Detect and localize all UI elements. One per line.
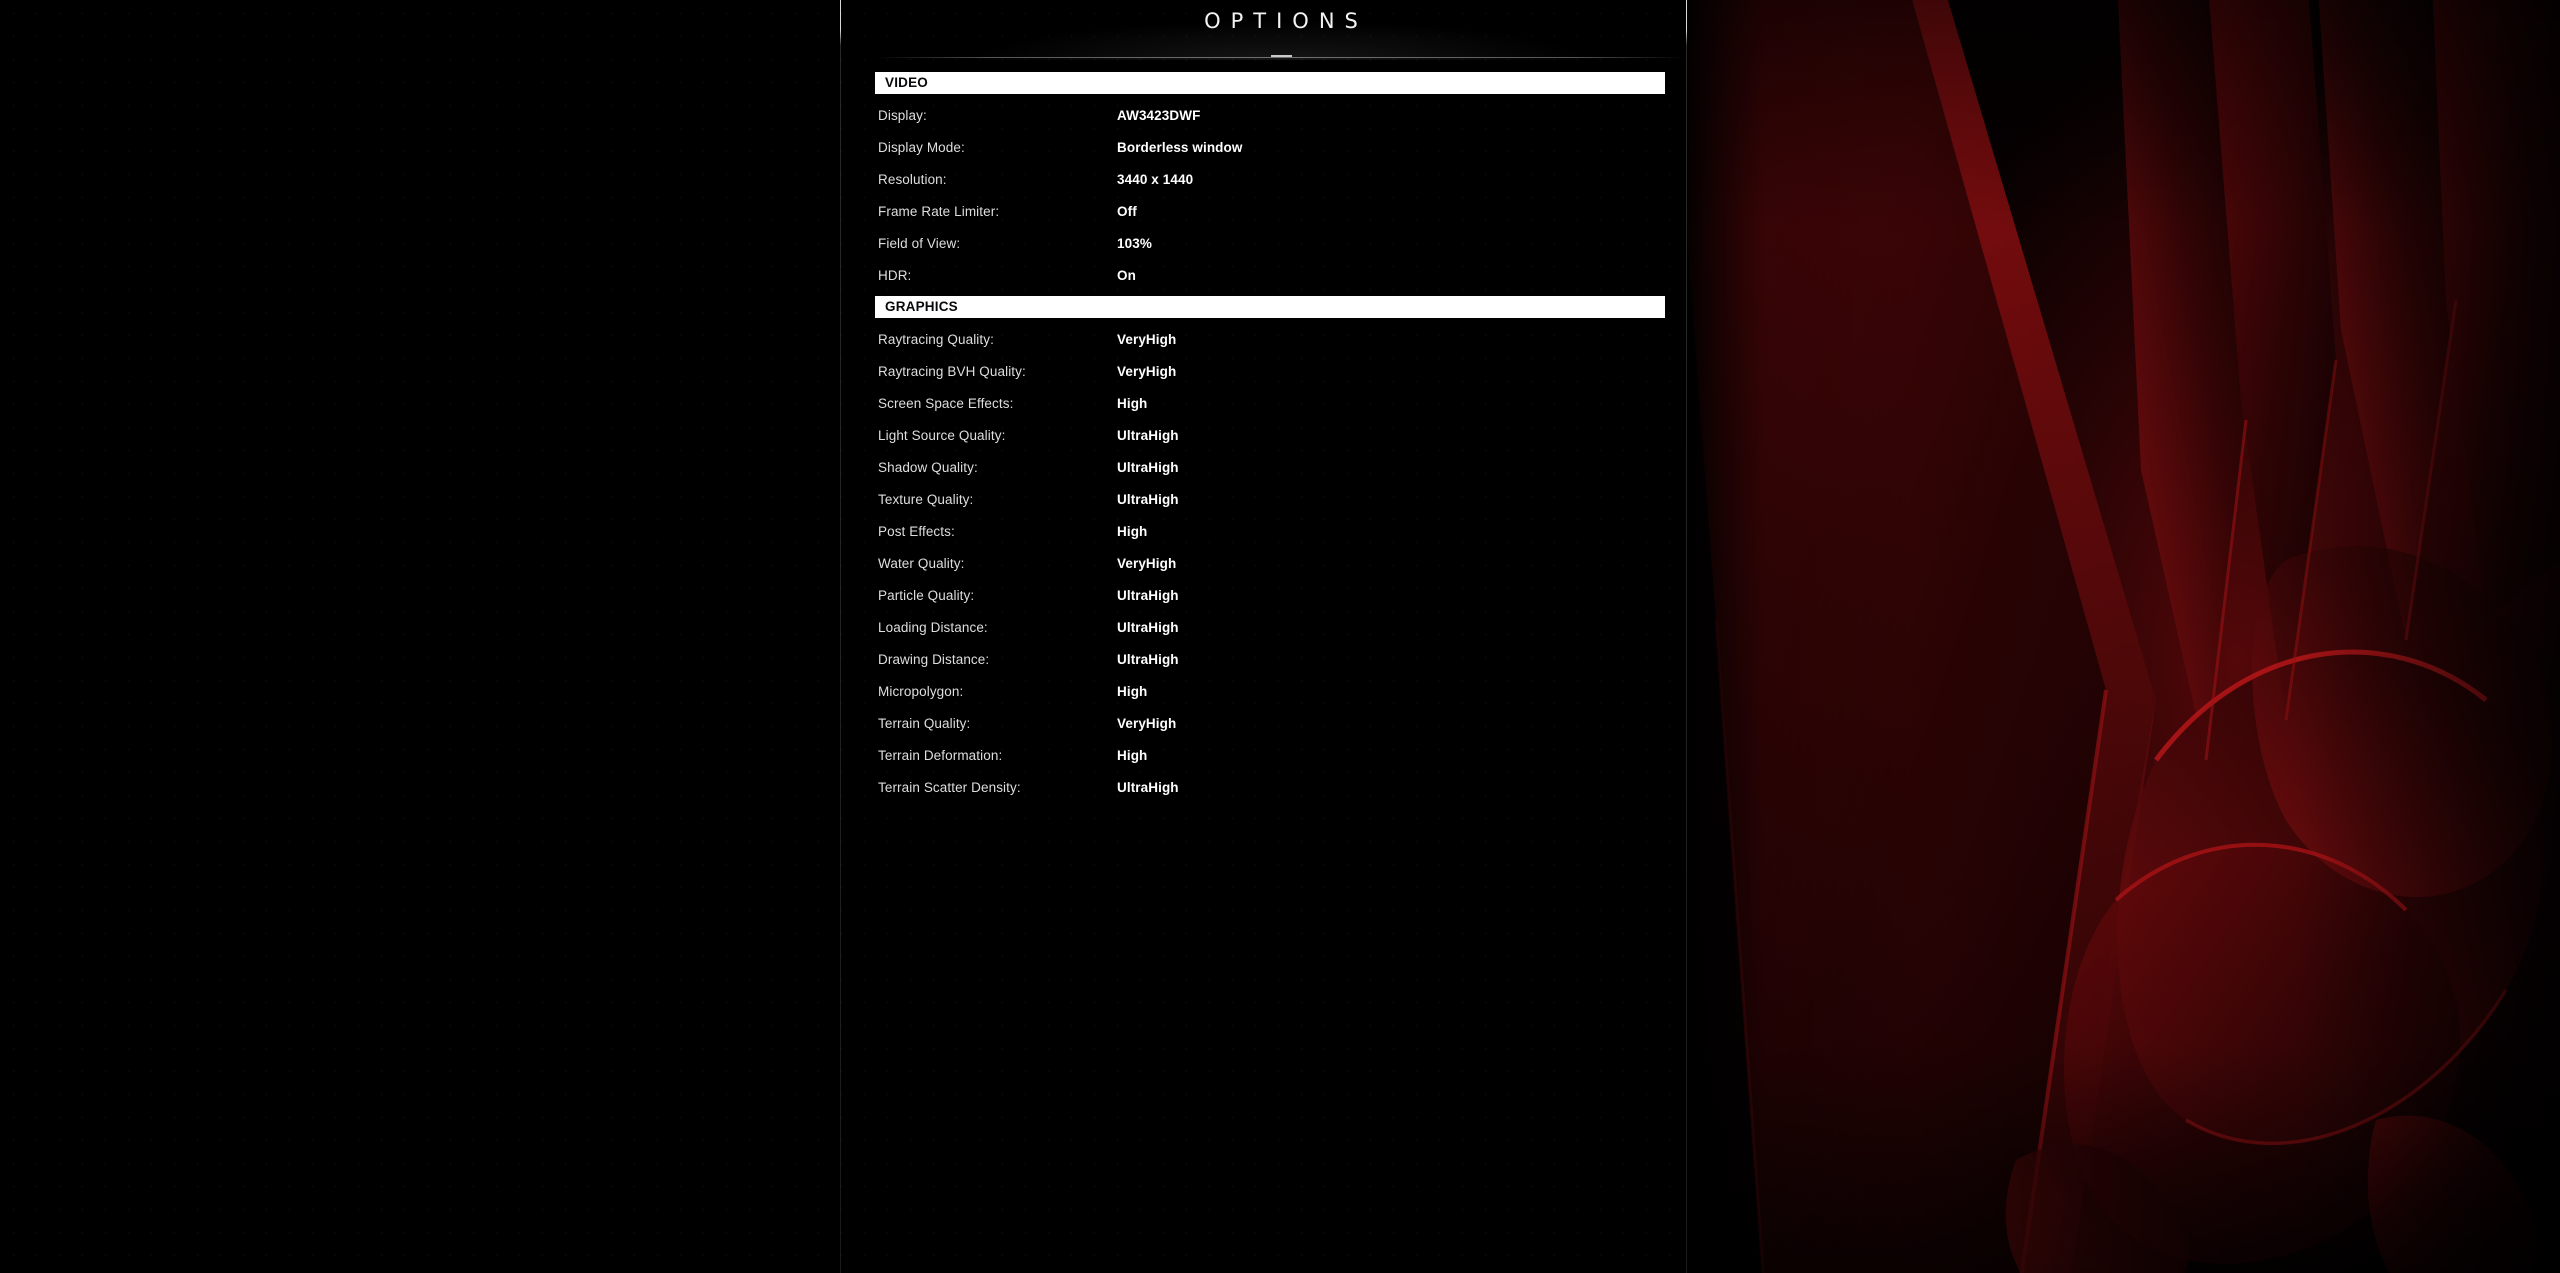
settings-list: VIDEO Display: AW3423DWF Display Mode: Borde…: [875, 72, 1687, 804]
setting-value[interactable]: UltraHigh: [1117, 772, 1179, 804]
setting-row[interactable]: Raytracing Quality: VeryHigh: [875, 324, 1665, 356]
setting-value[interactable]: High: [1117, 676, 1147, 708]
setting-label: Water Quality:: [878, 556, 965, 571]
setting-row[interactable]: Texture Quality: UltraHigh: [875, 484, 1665, 516]
section-header-label: GRAPHICS: [885, 299, 958, 314]
panel-left-rail: [840, 0, 841, 1273]
setting-label: Display:: [878, 108, 927, 123]
section-header-graphics: GRAPHICS: [875, 296, 1665, 318]
title-divider: [877, 57, 1685, 58]
setting-row[interactable]: Drawing Distance: UltraHigh: [875, 644, 1665, 676]
setting-label: Texture Quality:: [878, 492, 974, 507]
setting-label: Micropolygon:: [878, 684, 964, 699]
setting-label: Resolution:: [878, 172, 947, 187]
setting-label: Light Source Quality:: [878, 428, 1006, 443]
setting-row[interactable]: Shadow Quality: UltraHigh: [875, 452, 1665, 484]
setting-value[interactable]: VeryHigh: [1117, 548, 1176, 580]
setting-row[interactable]: Particle Quality: UltraHigh: [875, 580, 1665, 612]
setting-label: Screen Space Effects:: [878, 396, 1014, 411]
setting-value[interactable]: 3440 x 1440: [1117, 164, 1193, 196]
setting-value[interactable]: Off: [1117, 196, 1137, 228]
setting-value[interactable]: VeryHigh: [1117, 356, 1176, 388]
setting-row[interactable]: Field of View: 103%: [875, 228, 1665, 260]
setting-value[interactable]: High: [1117, 516, 1147, 548]
setting-row[interactable]: Display: AW3423DWF: [875, 100, 1665, 132]
options-panel: OPTIONS VIDEO Display: AW3423DWF Display Mo…: [835, 0, 1727, 1273]
setting-value[interactable]: High: [1117, 388, 1147, 420]
setting-label: Raytracing Quality:: [878, 332, 994, 347]
setting-row[interactable]: Display Mode: Borderless window: [875, 132, 1665, 164]
section-header-label: VIDEO: [885, 75, 929, 90]
setting-label: Post Effects:: [878, 524, 955, 539]
section-header-video: VIDEO: [875, 72, 1665, 94]
setting-row[interactable]: Raytracing BVH Quality: VeryHigh: [875, 356, 1665, 388]
setting-value[interactable]: 103%: [1117, 228, 1152, 260]
setting-value[interactable]: High: [1117, 740, 1147, 772]
background-artwork: [1686, 0, 2560, 1273]
setting-label: HDR:: [878, 268, 912, 283]
setting-label: Terrain Quality:: [878, 716, 971, 731]
setting-label: Field of View:: [878, 236, 961, 251]
setting-value[interactable]: UltraHigh: [1117, 644, 1179, 676]
setting-label: Drawing Distance:: [878, 652, 990, 667]
setting-row[interactable]: HDR: On: [875, 260, 1665, 292]
setting-label: Loading Distance:: [878, 620, 988, 635]
setting-label: Shadow Quality:: [878, 460, 978, 475]
setting-row[interactable]: Light Source Quality: UltraHigh: [875, 420, 1665, 452]
setting-row[interactable]: Post Effects: High: [875, 516, 1665, 548]
setting-row[interactable]: Micropolygon: High: [875, 676, 1665, 708]
setting-label: Display Mode:: [878, 140, 965, 155]
setting-row[interactable]: Screen Space Effects: High: [875, 388, 1665, 420]
setting-row[interactable]: Terrain Deformation: High: [875, 740, 1665, 772]
setting-label: Terrain Deformation:: [878, 748, 1003, 763]
setting-row[interactable]: Terrain Scatter Density: UltraHigh: [875, 772, 1665, 804]
setting-value[interactable]: UltraHigh: [1117, 612, 1179, 644]
page-title: OPTIONS: [1204, 9, 1368, 33]
setting-value[interactable]: VeryHigh: [1117, 708, 1176, 740]
setting-row[interactable]: Frame Rate Limiter: Off: [875, 196, 1665, 228]
setting-label: Terrain Scatter Density:: [878, 780, 1021, 795]
setting-row[interactable]: Loading Distance: UltraHigh: [875, 612, 1665, 644]
artwork-vignette: [1686, 0, 2560, 1273]
setting-value[interactable]: UltraHigh: [1117, 420, 1179, 452]
setting-row[interactable]: Water Quality: VeryHigh: [875, 548, 1665, 580]
setting-value[interactable]: UltraHigh: [1117, 580, 1179, 612]
title-divider-tick: [1271, 55, 1292, 57]
setting-row[interactable]: Terrain Quality: VeryHigh: [875, 708, 1665, 740]
setting-label: Frame Rate Limiter:: [878, 204, 1000, 219]
setting-label: Raytracing BVH Quality:: [878, 364, 1026, 379]
setting-value[interactable]: AW3423DWF: [1117, 100, 1200, 132]
setting-value[interactable]: UltraHigh: [1117, 484, 1179, 516]
setting-value[interactable]: On: [1117, 260, 1136, 292]
setting-value[interactable]: Borderless window: [1117, 132, 1242, 164]
setting-row[interactable]: Resolution: 3440 x 1440: [875, 164, 1665, 196]
setting-label: Particle Quality:: [878, 588, 975, 603]
options-header: OPTIONS: [835, 0, 1727, 72]
setting-value[interactable]: UltraHigh: [1117, 452, 1179, 484]
setting-value[interactable]: VeryHigh: [1117, 324, 1176, 356]
